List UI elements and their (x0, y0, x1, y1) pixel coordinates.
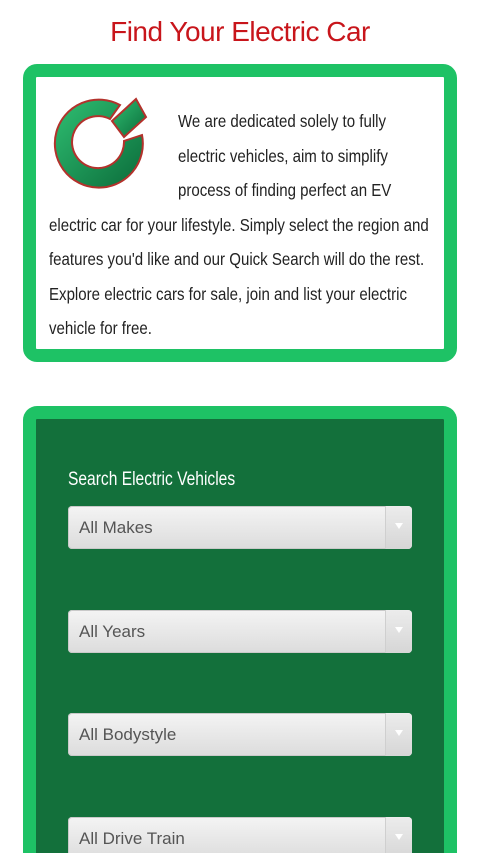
chevron-down-icon[interactable] (385, 713, 412, 756)
intro-card: We are dedicated solely to fully electri… (23, 64, 457, 362)
makes-select[interactable]: All Makes (68, 506, 412, 549)
makes-select-value: All Makes (79, 518, 153, 537)
search-panel: Search Electric Vehicles All Makes All Y… (23, 406, 457, 853)
chevron-down-icon[interactable] (385, 817, 412, 853)
bodystyle-select-value: All Bodystyle (79, 725, 177, 744)
years-select[interactable]: All Years (68, 610, 412, 653)
years-select-value: All Years (79, 622, 146, 641)
drive-train-select-value: All Drive Train (79, 829, 185, 848)
bodystyle-select[interactable]: All Bodystyle (68, 713, 412, 756)
intro-text: We are dedicated solely to fully electri… (49, 111, 429, 338)
chevron-down-icon[interactable] (385, 506, 412, 549)
chevron-down-icon[interactable] (385, 610, 412, 653)
search-heading: Search Electric Vehicles (68, 469, 236, 490)
drive-train-select[interactable]: All Drive Train (68, 817, 412, 853)
page-title: Find Your Electric Car (110, 16, 370, 47)
